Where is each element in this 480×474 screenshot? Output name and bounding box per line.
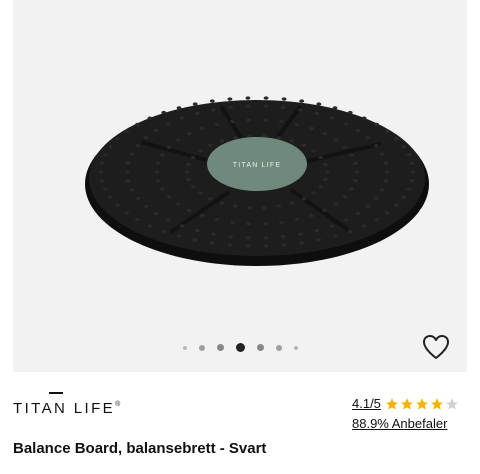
gallery-dot-active[interactable] [235,343,245,352]
product-image: TITAN LIFE [85,96,429,266]
gallery-dot[interactable] [293,345,298,350]
gallery-dot[interactable] [256,344,264,351]
gallery-dot[interactable] [216,344,224,351]
gallery-pagination [13,343,467,352]
gallery-dot[interactable] [182,345,187,350]
brand-name: TITAN LIFE® [13,400,121,417]
product-image-gallery[interactable]: TITAN LIFE [13,0,467,372]
gallery-dot[interactable] [198,344,205,351]
product-title: Balance Board, balansebrett - Svart [13,440,267,457]
gallery-dot[interactable] [275,344,282,351]
star-icon [401,397,413,410]
product-rating[interactable]: 4.1/5 [352,396,459,411]
heart-outline-icon[interactable] [422,334,450,360]
star-empty-icon [446,397,458,410]
star-icon [386,397,398,410]
image-logo-text: TITAN LIFE [233,162,281,169]
brand-logo[interactable]: TITAN LIFE® [13,392,123,422]
star-icon [431,397,443,410]
rating-stars [385,397,459,411]
recommend-link[interactable]: 88.9% Anbefaler [352,416,447,431]
brand-logo-bar [49,392,63,394]
star-icon [416,397,428,410]
rating-value[interactable]: 4.1/5 [352,396,381,411]
